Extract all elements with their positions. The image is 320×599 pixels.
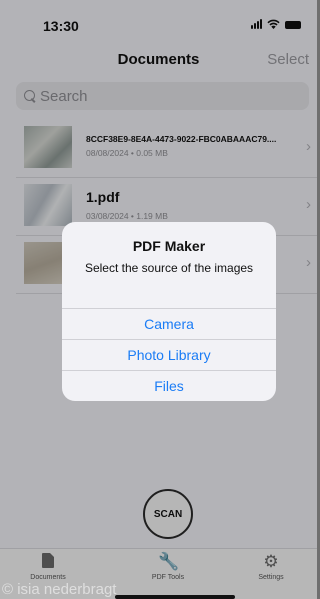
files-button[interactable]: Files <box>62 370 276 401</box>
watermark: © isia nederbragt <box>2 581 117 598</box>
photo-library-button[interactable]: Photo Library <box>62 339 276 370</box>
alert-message: Select the source of the images <box>84 261 254 275</box>
alert-title: PDF Maker <box>132 238 206 254</box>
app-screen: 13:30 Documents Select Search 8CCF38E9-8… <box>0 0 317 599</box>
home-indicator <box>115 595 235 599</box>
source-picker-alert: PDF Maker Select the source of the image… <box>62 222 276 401</box>
camera-button[interactable]: Camera <box>62 308 276 339</box>
